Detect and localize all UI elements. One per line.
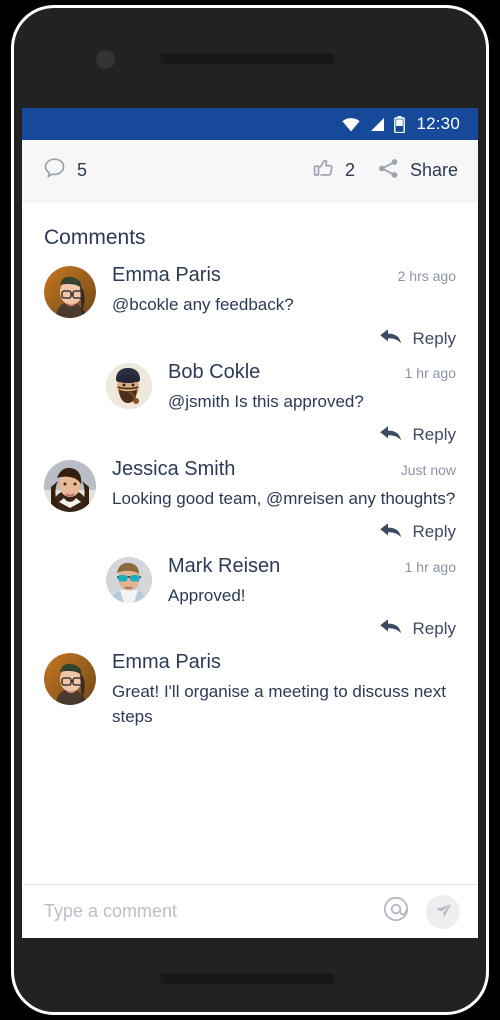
avatar-jessica-smith bbox=[44, 459, 96, 512]
comment-text: @jsmith Is this approved? bbox=[168, 392, 364, 411]
avatar-emma-paris bbox=[44, 266, 96, 318]
comment-count: 5 bbox=[77, 160, 88, 180]
comment-body: Emma Paris Great! I'll organise a meeting… bbox=[96, 651, 456, 729]
comment-text: Great! I'll organise a meeting to discus… bbox=[112, 682, 446, 726]
send-button[interactable] bbox=[426, 894, 460, 929]
comment-input[interactable] bbox=[44, 901, 366, 922]
reply-label: Reply bbox=[412, 328, 456, 348]
comment-header: Mark Reisen 1 hr ago bbox=[168, 555, 456, 578]
avatar-bob-cokle bbox=[106, 363, 152, 409]
comment-timestamp: 2 hrs ago bbox=[397, 268, 456, 284]
comment-header: Jessica Smith Just now bbox=[112, 458, 456, 481]
comment-item[interactable]: Emma Paris Great! I'll organise a meeting… bbox=[22, 651, 478, 729]
comment-list[interactable]: Comments Emma Paris 2 hrs ago @bcokle any … bbox=[22, 202, 478, 884]
reply-label: Reply bbox=[412, 522, 456, 542]
share-icon bbox=[377, 157, 400, 185]
reply-arrow-icon bbox=[379, 616, 403, 641]
comment-row: Bob Cokle 1 hr ago @jsmith Is this approve… bbox=[106, 361, 456, 415]
reply-button[interactable]: Reply bbox=[106, 415, 456, 458]
phone-frame: 12:30 5 2 Share Comments Emma Paris 2 hr… bbox=[14, 8, 486, 1012]
comment-text: Looking good team, @mreisen any thoughts… bbox=[112, 488, 456, 508]
reply-arrow-icon bbox=[379, 520, 403, 545]
send-paper-plane-icon bbox=[434, 901, 453, 923]
comment-author: Mark Reisen bbox=[168, 554, 281, 577]
thumbs-up-icon bbox=[312, 157, 335, 185]
like-count: 2 bbox=[344, 160, 355, 180]
comment-item[interactable]: Jessica Smith Just now Looking good team, … bbox=[22, 458, 478, 555]
comment-author: Bob Cokle bbox=[168, 361, 261, 383]
reply-button[interactable]: Reply bbox=[106, 608, 456, 651]
comment-composer bbox=[22, 884, 478, 938]
comment-header: Emma Paris bbox=[112, 651, 456, 674]
comment-count-button[interactable]: 5 bbox=[42, 156, 87, 185]
action-bar: 5 2 Share bbox=[22, 140, 478, 202]
page-title: Comments bbox=[44, 226, 146, 249]
like-button[interactable]: 2 bbox=[312, 157, 355, 185]
share-button[interactable]: Share bbox=[377, 157, 458, 185]
comment-row: Emma Paris 2 hrs ago @bcokle any feedback? bbox=[44, 264, 456, 318]
comment-text: @bcokle any feedback? bbox=[112, 295, 294, 314]
comment-author: Jessica Smith bbox=[112, 457, 236, 480]
comment-row: Emma Paris Great! I'll organise a meeting… bbox=[44, 651, 456, 729]
comment-item[interactable]: Bob Cokle 1 hr ago @jsmith Is this approve… bbox=[22, 361, 478, 458]
comment-timestamp: 1 hr ago bbox=[404, 558, 456, 575]
reply-button[interactable]: Reply bbox=[44, 318, 456, 361]
comment-body: Bob Cokle 1 hr ago @jsmith Is this approve… bbox=[152, 361, 456, 415]
earpiece-speaker-icon bbox=[160, 53, 335, 64]
wifi-icon bbox=[342, 117, 361, 132]
reply-label: Reply bbox=[412, 618, 456, 638]
comment-bubble-icon bbox=[42, 156, 67, 185]
comment-body: Emma Paris 2 hrs ago @bcokle any feedback? bbox=[96, 264, 456, 318]
avatar-mark-reisen bbox=[106, 556, 152, 603]
front-camera-icon bbox=[96, 50, 115, 69]
comment-row: Jessica Smith Just now Looking good team, … bbox=[44, 458, 456, 512]
status-bar: 12:30 bbox=[22, 108, 478, 140]
comment-item[interactable]: Emma Paris 2 hrs ago @bcokle any feedback?… bbox=[22, 264, 478, 361]
at-mention-icon[interactable] bbox=[382, 895, 410, 928]
avatar-emma-paris bbox=[44, 653, 96, 706]
reply-arrow-icon bbox=[379, 423, 403, 448]
comment-timestamp: 1 hr ago bbox=[404, 365, 456, 381]
comment-body: Mark Reisen 1 hr ago Approved! bbox=[152, 555, 456, 609]
reply-label: Reply bbox=[412, 425, 456, 445]
comment-item[interactable]: Mark Reisen 1 hr ago Approved! Reply bbox=[22, 555, 478, 652]
reply-button[interactable]: Reply bbox=[44, 512, 456, 555]
comment-body: Jessica Smith Just now Looking good team, … bbox=[96, 458, 456, 512]
cellular-signal-icon bbox=[369, 117, 385, 132]
comment-author: Emma Paris bbox=[112, 264, 221, 286]
comments-container: Emma Paris 2 hrs ago @bcokle any feedback?… bbox=[22, 264, 478, 730]
comment-timestamp: Just now bbox=[400, 461, 456, 478]
phone-bottom-accent bbox=[160, 973, 335, 984]
comment-row: Mark Reisen 1 hr ago Approved! bbox=[106, 555, 456, 609]
comment-header: Bob Cokle 1 hr ago bbox=[168, 361, 456, 384]
battery-icon bbox=[394, 115, 406, 133]
comment-header: Emma Paris 2 hrs ago bbox=[112, 264, 456, 287]
share-label: Share bbox=[409, 160, 458, 180]
reply-arrow-icon bbox=[379, 326, 403, 351]
phone-screen: 12:30 5 2 Share Comments Emma Paris 2 hr… bbox=[22, 108, 478, 938]
status-bar-time: 12:30 bbox=[416, 114, 460, 133]
comment-author: Emma Paris bbox=[112, 651, 221, 674]
comment-text: Approved! bbox=[168, 585, 246, 605]
